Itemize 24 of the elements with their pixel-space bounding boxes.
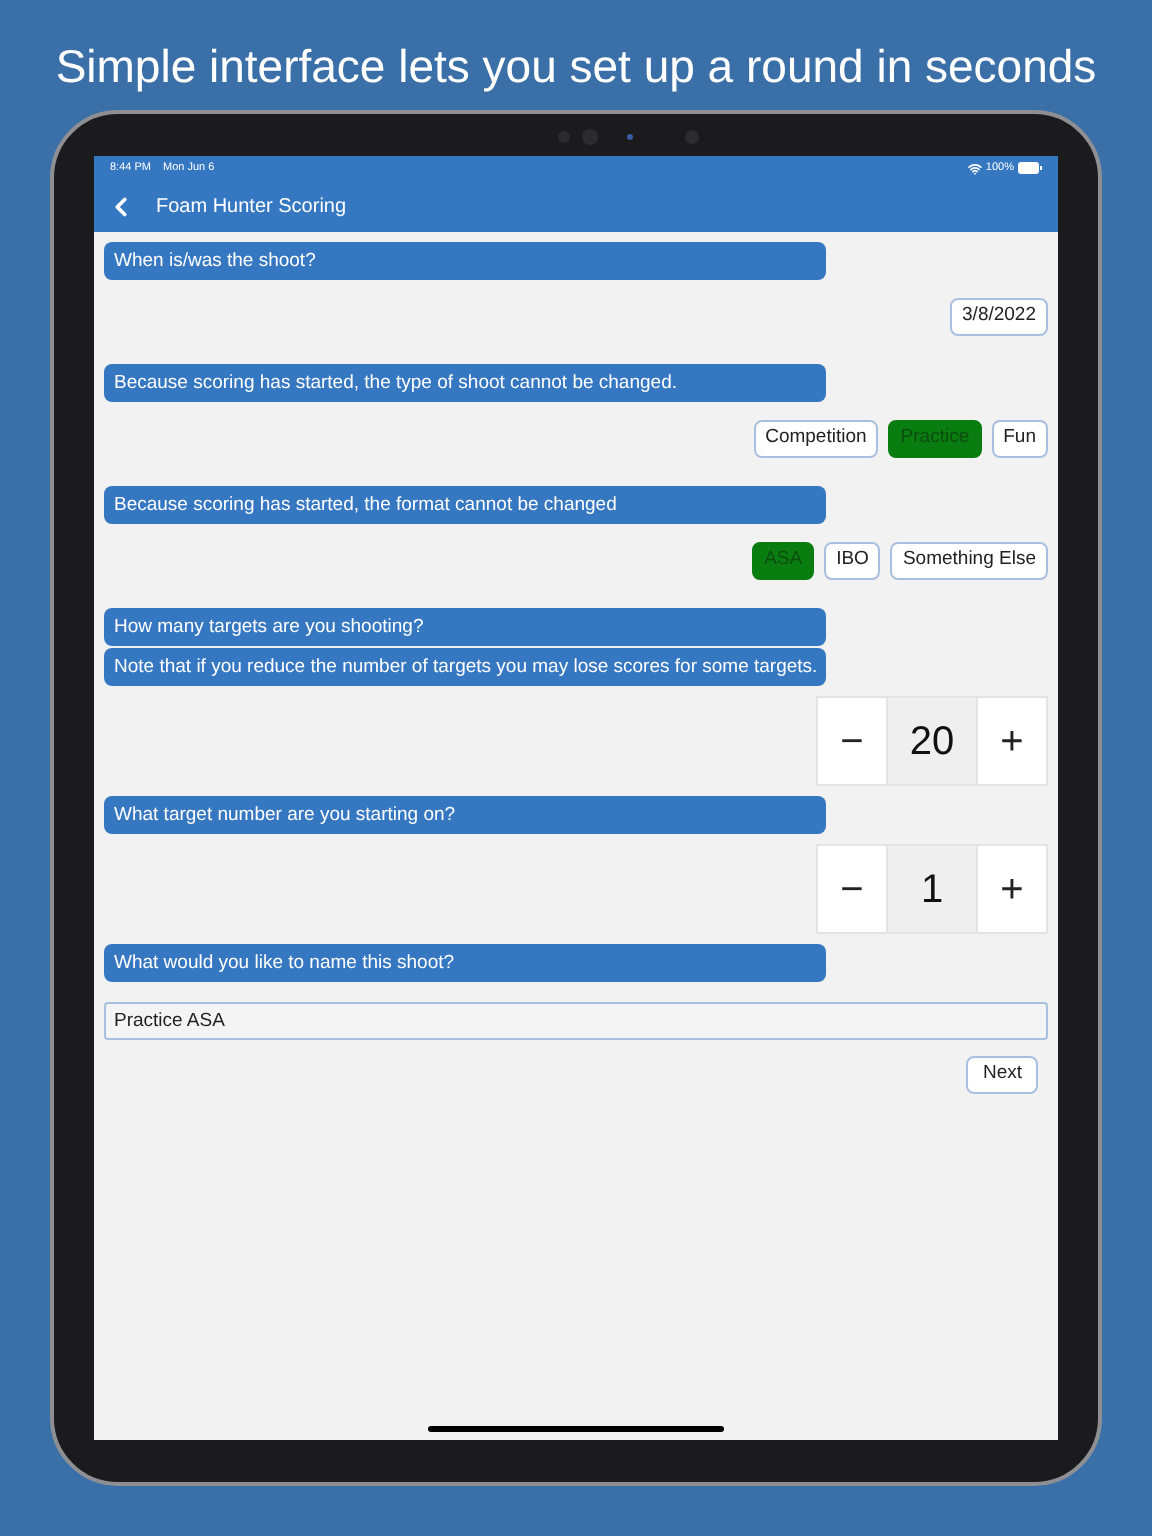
decrement-button[interactable]: − (818, 698, 886, 784)
option-button[interactable]: Fun (991, 420, 1048, 458)
wifi-icon (967, 161, 982, 175)
option-button[interactable]: Competition (753, 420, 879, 458)
prompt-bubble: What would you like to name this shoot? (104, 944, 826, 982)
prompt-bubble: How many targets are you shooting? (104, 608, 826, 646)
increment-button[interactable]: + (978, 698, 1046, 784)
battery-icon (1018, 162, 1042, 174)
prompt-bubble: Note that if you reduce the number of targets you may lose scores for some targets. (104, 648, 826, 686)
stepper-value: 1 (886, 846, 978, 932)
prompt-bubble: What target number are you starting on? (104, 796, 826, 834)
date-button[interactable]: 3/8/2022 (950, 298, 1048, 336)
prompt-bubble: Because scoring has started, the type of shoot cannot be changed. (104, 364, 826, 402)
headline: Simple interface lets you set up a round in seconds (53, 38, 1099, 96)
next-button[interactable]: Next (966, 1056, 1038, 1094)
stepper-value: 20 (886, 698, 978, 784)
option-button[interactable]: IBO (824, 542, 881, 580)
decrement-button[interactable]: − (818, 846, 886, 932)
option-button[interactable]: Something Else (890, 542, 1048, 580)
increment-button[interactable]: + (978, 846, 1046, 932)
prompt-bubble: Because scoring has started, the format cannot be changed (104, 486, 826, 524)
prompt-bubble: When is/was the shoot? (104, 242, 826, 280)
name-field[interactable]: Practice ASA (104, 1002, 1048, 1040)
screen-title: Foam Hunter Scoring (156, 193, 347, 221)
